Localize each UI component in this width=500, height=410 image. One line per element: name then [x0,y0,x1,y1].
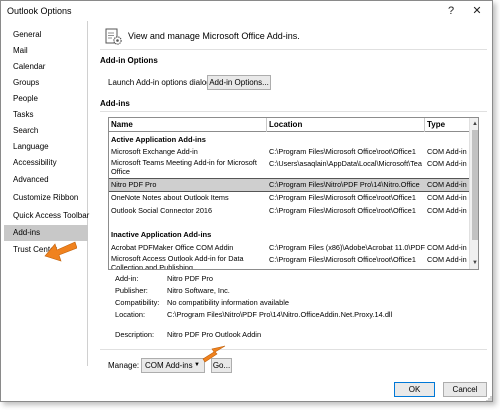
cell-name: Microsoft Exchange Add-in [111,147,198,156]
sidebar-item-people[interactable]: People [4,91,88,107]
sidebar-item-customize-ribbon[interactable]: Customize Ribbon [4,190,88,206]
table-row[interactable]: Microsoft Exchange Add-in C:\Program Fil… [109,146,469,158]
list-scrollbar[interactable]: ▲ ▼ [469,118,478,269]
group-header-active: Active Application Add-ins [111,135,206,144]
cancel-button[interactable]: Cancel [443,382,487,397]
cell-name: Acrobat PDFMaker Office COM Addin [111,243,234,252]
addins-gear-icon [105,28,122,45]
sidebar: General Mail Calendar Groups People Task… [4,21,89,366]
detail-label: Add-in: [115,274,139,283]
detail-value: Nitro PDF Pro Outlook Addin [167,330,262,339]
detail-label: Location: [115,310,145,319]
sidebar-item-general[interactable]: General [4,27,88,43]
addin-options-button[interactable]: Add-in Options... [207,75,271,90]
scroll-thumb[interactable] [472,130,478,240]
cell-name: Outlook Social Connector 2016 [111,206,213,215]
sidebar-item-accessibility[interactable]: Accessibility [4,155,88,171]
list-header: Name Location Type [109,118,469,132]
sidebar-item-groups[interactable]: Groups [4,75,88,91]
header-text: View and manage Microsoft Office Add-ins… [128,31,300,41]
manage-label: Manage: [108,361,140,370]
pointer-arrow-icon [202,345,226,363]
detail-value: Nitro PDF Pro [167,274,213,283]
divider [100,349,487,350]
detail-label: Description: [115,330,155,339]
table-row-selected[interactable]: Nitro PDF Pro C:\Program Files\Nitro\PDF… [109,178,470,192]
outlook-options-dialog: Outlook Options ? ✕ General Mail Calenda… [0,0,493,402]
divider [100,49,487,50]
divider [100,111,487,112]
cell-location: C:\Users\asaqlain\AppData\Local\Microsof… [269,159,422,168]
cell-type: COM Add-in [427,180,467,189]
cell-name: OneNote Notes about Outlook Items [111,193,229,202]
detail-location: Location: C:\Program Files\Nitro\PDF Pro… [115,309,475,320]
detail-publisher: Publisher: Nitro Software, Inc. [115,285,475,296]
table-row[interactable]: Microsoft Access Outlook Add-in for Data… [109,254,469,270]
cell-name: Microsoft Teams Meeting Add-in for Micro… [111,158,257,176]
sidebar-item-tasks[interactable]: Tasks [4,107,88,123]
cell-name: Nitro PDF Pro [111,180,157,189]
detail-addin: Add-in: Nitro PDF Pro [115,273,475,284]
cell-type: COM Add-in [427,147,467,156]
cell-type: COM Add-in [427,243,467,252]
window-title: Outlook Options [7,6,72,16]
group-header-inactive: Inactive Application Add-ins [111,230,212,239]
cell-type: COM Add-in [427,206,467,215]
table-row[interactable]: Microsoft Teams Meeting Add-in for Micro… [109,158,469,178]
column-header-type[interactable]: Type [425,118,469,132]
detail-compatibility: Compatibility: No compatibility informat… [115,297,475,308]
cell-location: C:\Program Files\Microsoft Office\root\O… [269,147,416,156]
cell-location: C:\Program Files\Microsoft Office\root\O… [269,255,416,264]
addins-list[interactable]: Name Location Type Active Application Ad… [108,117,479,270]
cell-location: C:\Program Files\Nitro\PDF Pro\14\Nitro.… [269,180,420,189]
pointer-arrow-icon [44,241,77,262]
sidebar-item-advanced[interactable]: Advanced [4,172,88,188]
column-header-location[interactable]: Location [267,118,425,132]
manage-select-value: COM Add-ins [145,361,193,370]
help-button[interactable]: ? [442,3,460,19]
cell-location: C:\Program Files\Microsoft Office\root\O… [269,193,416,202]
detail-description: Description: Nitro PDF Pro Outlook Addin [115,329,475,340]
chevron-down-icon: ▼ [194,362,200,368]
table-row[interactable]: OneNote Notes about Outlook Items C:\Pro… [109,192,469,204]
ok-button[interactable]: OK [394,382,435,397]
cell-location: C:\Program Files\Microsoft Office\root\O… [269,206,416,215]
launch-addin-options-label: Launch Add-in options dialog: [108,78,213,87]
detail-value: Nitro Software, Inc. [167,286,230,295]
scroll-down-arrow-icon[interactable]: ▼ [470,258,478,268]
table-row[interactable]: Acrobat PDFMaker Office COM Addin C:\Pro… [109,242,469,254]
sidebar-item-mail[interactable]: Mail [4,43,88,59]
title-bar: Outlook Options ? ✕ [1,1,492,21]
sidebar-item-calendar[interactable]: Calendar [4,59,88,75]
cell-type: COM Add-in [427,255,467,264]
detail-value: C:\Program Files\Nitro\PDF Pro\14\Nitro.… [167,310,393,319]
cell-type: COM Add-in [427,193,467,202]
sidebar-item-quick-access-toolbar[interactable]: Quick Access Toolbar [4,208,89,224]
scroll-up-arrow-icon[interactable]: ▲ [470,119,478,129]
cell-location: C:\Program Files (x86)\Adobe\Acrobat 11.… [269,243,425,252]
detail-value: No compatibility information available [167,298,290,307]
cell-type: COM Add-in [427,159,467,168]
section-title-addin-options: Add-in Options [100,56,158,65]
sidebar-item-language[interactable]: Language [4,139,88,155]
resize-grip-icon[interactable] [485,395,492,402]
main-panel: View and manage Microsoft Office Add-ins… [97,21,491,381]
table-row[interactable]: Outlook Social Connector 2016 C:\Program… [109,205,469,217]
section-title-addins: Add-ins [100,99,130,108]
close-button[interactable]: ✕ [468,3,486,19]
detail-label: Publisher: [115,286,148,295]
column-header-name[interactable]: Name [109,118,267,132]
detail-label: Compatibility: [115,298,160,307]
sidebar-item-search[interactable]: Search [4,123,88,139]
cell-name: Microsoft Access Outlook Add-in for Data… [111,254,244,270]
manage-select[interactable]: COM Add-ins ▼ [141,358,205,373]
